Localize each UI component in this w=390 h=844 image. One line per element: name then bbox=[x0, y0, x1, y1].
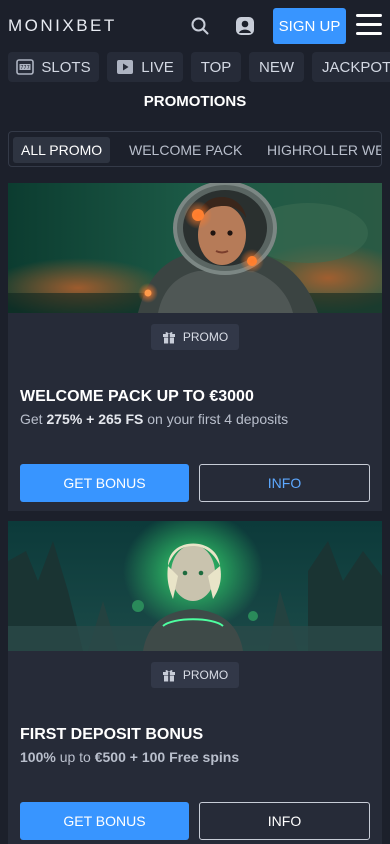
nav-live[interactable]: LIVE bbox=[107, 52, 183, 82]
info-button[interactable]: INFO bbox=[199, 802, 370, 840]
play-icon bbox=[117, 60, 134, 74]
tab-highroller[interactable]: HIGHROLLER WE bbox=[267, 137, 381, 163]
nav-new[interactable]: NEW bbox=[249, 52, 304, 82]
sign-up-button[interactable]: SIGN UP bbox=[273, 8, 346, 44]
hamburger-menu-icon[interactable] bbox=[356, 14, 382, 36]
search-icon[interactable] bbox=[189, 15, 211, 37]
nav-label: SLOTS bbox=[41, 58, 91, 76]
promo-badge: PROMO bbox=[151, 662, 239, 688]
promo-card: PROMO WELCOME PACK UP TO €3000 Get 275% … bbox=[8, 183, 382, 511]
tab-welcome-pack[interactable]: WELCOME PACK bbox=[129, 137, 242, 163]
promo-badge-label: PROMO bbox=[182, 668, 229, 682]
promo-title: WELCOME PACK UP TO €3000 bbox=[20, 388, 254, 405]
promo-badge-label: PROMO bbox=[182, 330, 229, 344]
nav-label: LIVE bbox=[141, 58, 174, 76]
promo-image-green-warrior bbox=[8, 521, 382, 651]
promo-description: Get 275% + 265 FS on your first 4 deposi… bbox=[20, 411, 289, 427]
svg-text:777: 777 bbox=[21, 65, 31, 71]
page-title: PROMOTIONS bbox=[143, 93, 247, 110]
promo-badge: PROMO bbox=[151, 324, 239, 350]
nav-label: TOP bbox=[200, 58, 232, 76]
user-icon[interactable] bbox=[234, 15, 256, 37]
nav-label: JACKPOT bbox=[322, 58, 390, 76]
gift-icon bbox=[162, 670, 175, 682]
promo-image-astronaut bbox=[8, 183, 382, 313]
promo-title: FIRST DEPOSIT BONUS bbox=[20, 726, 204, 743]
promo-description: 100% up to €500 + 100 Free spins bbox=[20, 749, 240, 765]
nav-jackpot[interactable]: JACKPOT bbox=[312, 52, 390, 82]
nav-slots[interactable]: 777 SLOTS bbox=[8, 52, 99, 82]
category-nav: 777 SLOTS LIVE TOP NEW JACKPOT bbox=[0, 52, 390, 84]
nav-top[interactable]: TOP bbox=[191, 52, 241, 82]
info-button[interactable]: INFO bbox=[199, 464, 370, 502]
get-bonus-button[interactable]: GET BONUS bbox=[20, 464, 189, 502]
promo-tabs: ALL PROMO WELCOME PACK HIGHROLLER WE bbox=[8, 131, 382, 167]
get-bonus-button[interactable]: GET BONUS bbox=[20, 802, 189, 840]
tab-all-promo[interactable]: ALL PROMO bbox=[13, 137, 111, 163]
nav-label: NEW bbox=[259, 58, 294, 76]
logo[interactable]: MONIXBET bbox=[8, 16, 117, 36]
header: MONIXBET SIGN UP bbox=[0, 0, 390, 52]
slot-machine-icon: 777 bbox=[16, 59, 35, 75]
promo-card: PROMO FIRST DEPOSIT BONUS 100% up to €50… bbox=[8, 521, 382, 844]
gift-icon bbox=[162, 332, 175, 344]
